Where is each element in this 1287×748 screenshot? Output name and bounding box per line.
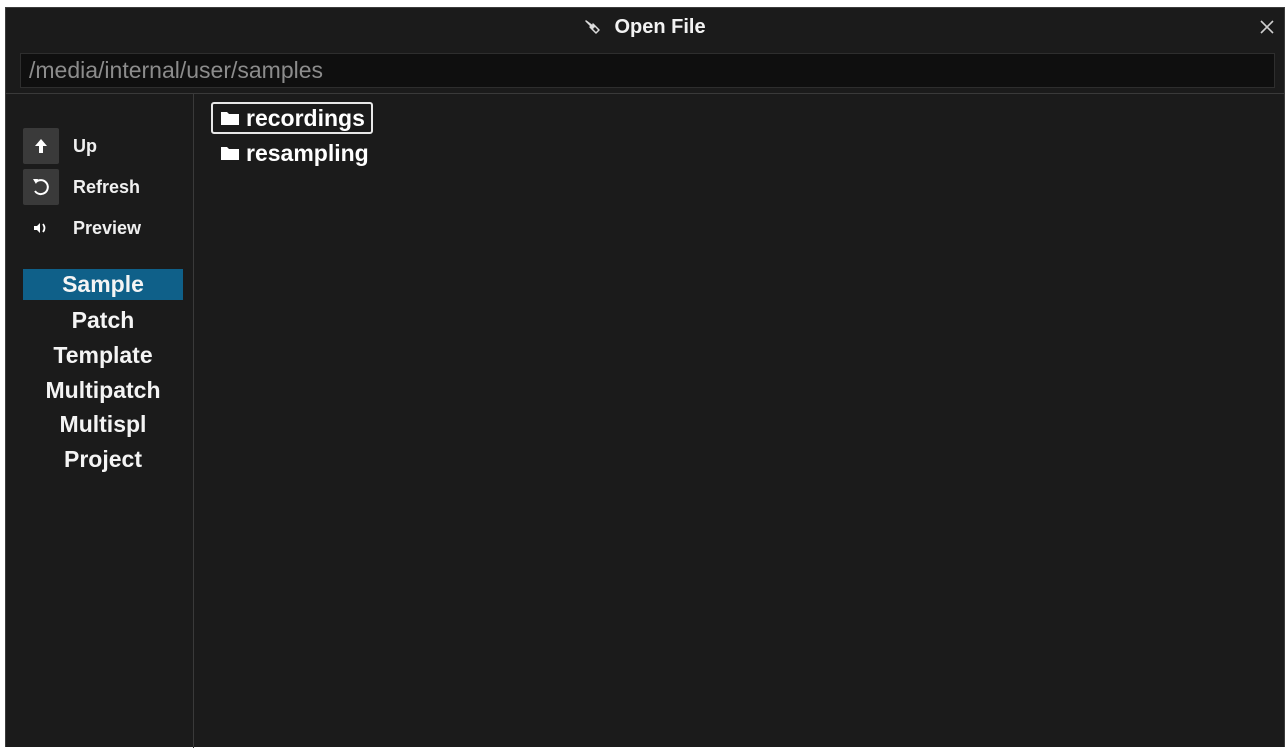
folder-item-recordings[interactable]: recordings [211, 102, 373, 134]
sidebar: Up Refresh Preview Sample Patch Template… [6, 94, 194, 748]
folder-item-resampling[interactable]: resampling [211, 137, 377, 169]
up-label: Up [73, 135, 97, 156]
close-icon [1260, 20, 1274, 34]
dialog-title: Open File [614, 15, 706, 38]
title-bar: Open File [6, 8, 1284, 46]
file-type-patch[interactable]: Patch [23, 304, 183, 339]
title-area: Open File [6, 8, 1284, 46]
folder-name: resampling [246, 139, 369, 166]
preview-button[interactable]: Preview [23, 210, 183, 246]
path-field[interactable]: /media/internal/user/samples [20, 53, 1275, 88]
refresh-icon [23, 169, 59, 205]
folder-icon [220, 110, 240, 126]
folder-name: recordings [246, 104, 365, 131]
refresh-button[interactable]: Refresh [23, 169, 183, 205]
speaker-icon [23, 210, 59, 246]
preview-label: Preview [73, 217, 142, 238]
arrow-up-icon [23, 128, 59, 164]
hand-pointer-icon [584, 18, 602, 36]
up-button[interactable]: Up [23, 128, 183, 164]
close-button[interactable] [1256, 16, 1278, 38]
folder-icon [220, 145, 240, 161]
open-file-dialog: Open File /media/internal/user/samples U… [5, 7, 1285, 748]
file-type-template[interactable]: Template [23, 338, 183, 373]
file-list: recordings resampling [195, 94, 1284, 747]
file-type-multispl[interactable]: Multispl [23, 407, 183, 442]
file-type-sample[interactable]: Sample [23, 269, 183, 300]
file-type-project[interactable]: Project [23, 442, 183, 477]
file-type-list: Sample Patch Template Multipatch Multisp… [23, 269, 183, 477]
file-type-multipatch[interactable]: Multipatch [23, 373, 183, 408]
refresh-label: Refresh [73, 176, 141, 197]
